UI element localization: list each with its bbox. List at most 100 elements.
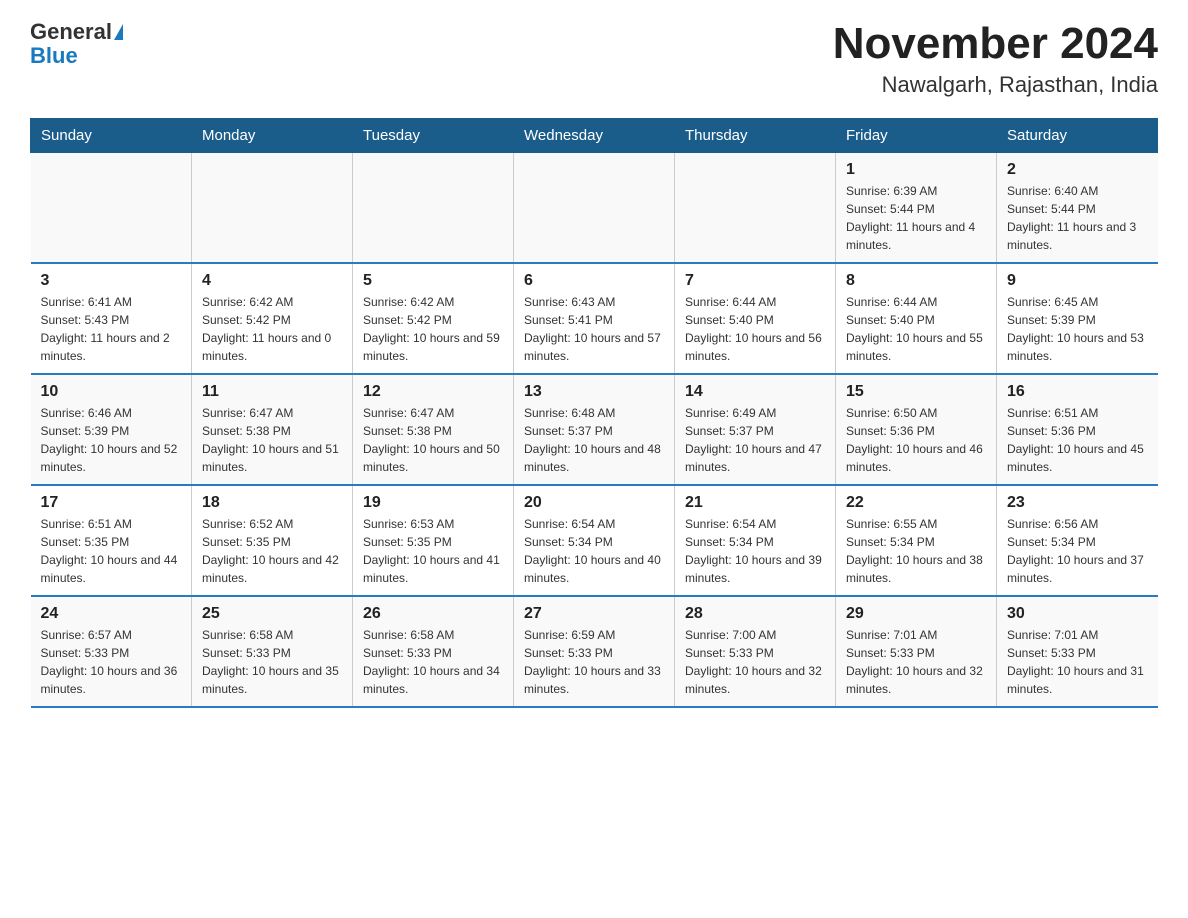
calendar-cell: 24 Sunrise: 6:57 AM Sunset: 5:33 PM Dayli… [31,596,192,707]
calendar-week-row: 3 Sunrise: 6:41 AM Sunset: 5:43 PM Daylig… [31,263,1158,374]
calendar-cell: 5 Sunrise: 6:42 AM Sunset: 5:42 PM Daylig… [353,263,514,374]
calendar-cell: 14 Sunrise: 6:49 AM Sunset: 5:37 PM Dayli… [675,374,836,485]
day-info: Sunrise: 6:39 AM Sunset: 5:44 PM Dayligh… [846,182,986,254]
day-info: Sunrise: 6:53 AM Sunset: 5:35 PM Dayligh… [363,515,503,587]
page-subtitle: Nawalgarh, Rajasthan, India [833,72,1158,98]
day-header-saturday: Saturday [997,119,1158,153]
day-number: 2 [1007,161,1148,179]
day-number: 4 [202,272,342,290]
calendar-week-row: 1Sunrise: 6:39 AM Sunset: 5:44 PM Daylig… [31,153,1158,264]
day-info: Sunrise: 7:01 AM Sunset: 5:33 PM Dayligh… [1007,626,1148,698]
page-title: November 2024 [833,20,1158,68]
day-info: Sunrise: 6:44 AM Sunset: 5:40 PM Dayligh… [685,293,825,365]
day-info: Sunrise: 6:58 AM Sunset: 5:33 PM Dayligh… [202,626,342,698]
logo: General Blue [30,20,123,68]
day-number: 10 [41,383,182,401]
header-row: SundayMondayTuesdayWednesdayThursdayFrid… [31,119,1158,153]
day-info: Sunrise: 6:54 AM Sunset: 5:34 PM Dayligh… [685,515,825,587]
calendar-cell: 13Sunrise: 6:48 AM Sunset: 5:37 PM Dayli… [514,374,675,485]
calendar-cell: 12 Sunrise: 6:47 AM Sunset: 5:38 PM Dayli… [353,374,514,485]
day-number: 30 [1007,605,1148,623]
calendar-cell [353,153,514,264]
day-number: 19 [363,494,503,512]
calendar-cell: 8 Sunrise: 6:44 AM Sunset: 5:40 PM Daylig… [836,263,997,374]
day-number: 23 [1007,494,1148,512]
logo-general-text: General [30,20,112,44]
page-header: General Blue November 2024 Nawalgarh, Ra… [30,20,1158,98]
day-number: 21 [685,494,825,512]
day-header-thursday: Thursday [675,119,836,153]
calendar-body: 1Sunrise: 6:39 AM Sunset: 5:44 PM Daylig… [31,153,1158,708]
day-info: Sunrise: 6:42 AM Sunset: 5:42 PM Dayligh… [363,293,503,365]
calendar-cell: 28 Sunrise: 7:00 AM Sunset: 5:33 PM Dayli… [675,596,836,707]
calendar-cell [675,153,836,264]
day-info: Sunrise: 7:00 AM Sunset: 5:33 PM Dayligh… [685,626,825,698]
day-header-wednesday: Wednesday [514,119,675,153]
day-number: 9 [1007,272,1148,290]
calendar-cell: 19 Sunrise: 6:53 AM Sunset: 5:35 PM Dayli… [353,485,514,596]
day-number: 18 [202,494,342,512]
day-info: Sunrise: 6:49 AM Sunset: 5:37 PM Dayligh… [685,404,825,476]
day-info: Sunrise: 6:55 AM Sunset: 5:34 PM Dayligh… [846,515,986,587]
calendar-cell: 9Sunrise: 6:45 AM Sunset: 5:39 PM Daylig… [997,263,1158,374]
calendar-cell: 7 Sunrise: 6:44 AM Sunset: 5:40 PM Daylig… [675,263,836,374]
calendar-cell [514,153,675,264]
calendar-cell: 16Sunrise: 6:51 AM Sunset: 5:36 PM Dayli… [997,374,1158,485]
day-number: 7 [685,272,825,290]
day-number: 29 [846,605,986,623]
day-number: 24 [41,605,182,623]
calendar-cell: 18 Sunrise: 6:52 AM Sunset: 5:35 PM Dayli… [192,485,353,596]
day-number: 8 [846,272,986,290]
logo-triangle-icon [114,24,123,40]
day-header-sunday: Sunday [31,119,192,153]
day-number: 6 [524,272,664,290]
day-info: Sunrise: 6:44 AM Sunset: 5:40 PM Dayligh… [846,293,986,365]
title-block: November 2024 Nawalgarh, Rajasthan, Indi… [833,20,1158,98]
calendar-cell: 20Sunrise: 6:54 AM Sunset: 5:34 PM Dayli… [514,485,675,596]
day-number: 15 [846,383,986,401]
day-info: Sunrise: 6:42 AM Sunset: 5:42 PM Dayligh… [202,293,342,365]
calendar-cell: 6 Sunrise: 6:43 AM Sunset: 5:41 PM Daylig… [514,263,675,374]
calendar-cell: 26 Sunrise: 6:58 AM Sunset: 5:33 PM Dayli… [353,596,514,707]
day-number: 27 [524,605,664,623]
day-number: 14 [685,383,825,401]
calendar-cell: 23 Sunrise: 6:56 AM Sunset: 5:34 PM Dayli… [997,485,1158,596]
calendar-cell: 30 Sunrise: 7:01 AM Sunset: 5:33 PM Dayli… [997,596,1158,707]
calendar-cell: 4 Sunrise: 6:42 AM Sunset: 5:42 PM Daylig… [192,263,353,374]
day-number: 16 [1007,383,1148,401]
calendar-week-row: 17Sunrise: 6:51 AM Sunset: 5:35 PM Dayli… [31,485,1158,596]
day-info: Sunrise: 6:51 AM Sunset: 5:35 PM Dayligh… [41,515,182,587]
day-header-monday: Monday [192,119,353,153]
calendar-cell: 17Sunrise: 6:51 AM Sunset: 5:35 PM Dayli… [31,485,192,596]
calendar-cell: 11Sunrise: 6:47 AM Sunset: 5:38 PM Dayli… [192,374,353,485]
calendar-cell: 21 Sunrise: 6:54 AM Sunset: 5:34 PM Dayli… [675,485,836,596]
day-number: 26 [363,605,503,623]
day-info: Sunrise: 6:43 AM Sunset: 5:41 PM Dayligh… [524,293,664,365]
day-info: Sunrise: 6:52 AM Sunset: 5:35 PM Dayligh… [202,515,342,587]
day-info: Sunrise: 6:41 AM Sunset: 5:43 PM Dayligh… [41,293,182,365]
day-number: 5 [363,272,503,290]
calendar-cell [192,153,353,264]
calendar-cell: 2 Sunrise: 6:40 AM Sunset: 5:44 PM Daylig… [997,153,1158,264]
day-info: Sunrise: 6:47 AM Sunset: 5:38 PM Dayligh… [363,404,503,476]
day-number: 28 [685,605,825,623]
day-info: Sunrise: 6:40 AM Sunset: 5:44 PM Dayligh… [1007,182,1148,254]
day-info: Sunrise: 6:57 AM Sunset: 5:33 PM Dayligh… [41,626,182,698]
day-number: 3 [41,272,182,290]
calendar-cell: 10 Sunrise: 6:46 AM Sunset: 5:39 PM Dayli… [31,374,192,485]
day-info: Sunrise: 6:46 AM Sunset: 5:39 PM Dayligh… [41,404,182,476]
calendar-cell [31,153,192,264]
day-info: Sunrise: 7:01 AM Sunset: 5:33 PM Dayligh… [846,626,986,698]
day-header-tuesday: Tuesday [353,119,514,153]
day-info: Sunrise: 6:59 AM Sunset: 5:33 PM Dayligh… [524,626,664,698]
day-info: Sunrise: 6:54 AM Sunset: 5:34 PM Dayligh… [524,515,664,587]
calendar-cell: 29 Sunrise: 7:01 AM Sunset: 5:33 PM Dayli… [836,596,997,707]
day-number: 25 [202,605,342,623]
day-info: Sunrise: 6:48 AM Sunset: 5:37 PM Dayligh… [524,404,664,476]
day-number: 12 [363,383,503,401]
day-info: Sunrise: 6:58 AM Sunset: 5:33 PM Dayligh… [363,626,503,698]
logo-blue-text: Blue [30,44,78,68]
day-number: 22 [846,494,986,512]
day-number: 11 [202,383,342,401]
day-info: Sunrise: 6:56 AM Sunset: 5:34 PM Dayligh… [1007,515,1148,587]
